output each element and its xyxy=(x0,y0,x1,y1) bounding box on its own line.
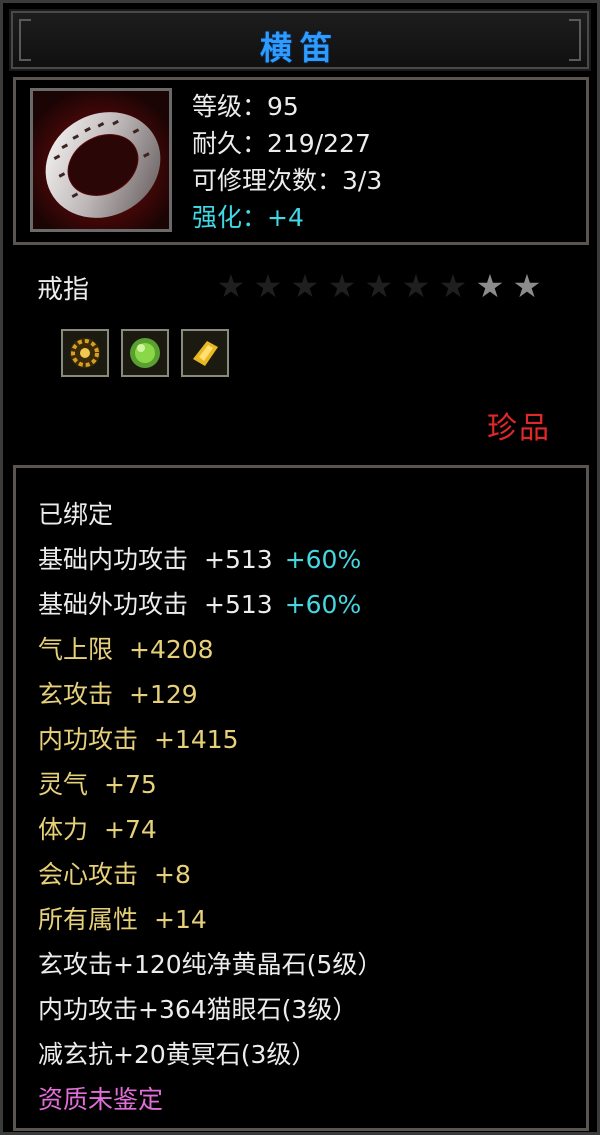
stat-all-attributes: 所有属性 +14 xyxy=(38,897,382,942)
stat-qi-max: 气上限 +4208 xyxy=(38,627,382,672)
stat-value: +129 xyxy=(129,680,198,709)
stat-list: 已绑定 基础内功攻击 +513 +60% 基础外功攻击 +513 +60% 气上限 +42… xyxy=(38,492,382,1122)
quality-status: 资质未鉴定 xyxy=(38,1085,164,1114)
stat-xuan-attack: 玄攻击 +129 xyxy=(38,672,382,717)
stat-value: +513 xyxy=(204,545,273,574)
stats-box: 已绑定 基础内功攻击 +513 +60% 基础外功攻击 +513 +60% 气上限 +42… xyxy=(13,465,589,1131)
item-name: 横笛 xyxy=(259,29,340,67)
ring-icon xyxy=(30,88,172,232)
orange-gem-icon[interactable] xyxy=(61,329,109,377)
socket-line-3: 减玄抗+20黄冥石(3级） xyxy=(38,1040,317,1069)
item-tooltip: 横笛 等级：95 耐久：219/227 可修理次数：3/3 强化：+4 戒指 ★… xyxy=(0,0,600,1135)
stat-label: 内功攻击 xyxy=(38,725,139,754)
socket-line-2: 内功攻击+364猫眼石(3级） xyxy=(38,995,358,1024)
stat-value: +14 xyxy=(154,905,207,934)
stat-label: 基础外功攻击 xyxy=(38,590,189,619)
star-icon: ★ xyxy=(438,267,468,305)
repair-count-text: 可修理次数：3/3 xyxy=(192,166,383,195)
durability-text: 耐久：219/227 xyxy=(192,129,371,158)
stat-label: 气上限 xyxy=(38,635,114,664)
stat-value: +8 xyxy=(154,860,191,889)
socket-line-1: 玄攻击+120纯净黄晶石(5级） xyxy=(38,950,383,979)
stat-percent: +60% xyxy=(284,590,362,619)
item-type: 戒指 xyxy=(37,275,90,305)
stat-value: +74 xyxy=(104,815,157,844)
item-info-box: 等级：95 耐久：219/227 可修理次数：3/3 强化：+4 xyxy=(13,77,589,245)
star-icon: ★ xyxy=(364,267,394,305)
star-rating: ★ ★ ★ ★ ★ ★ ★ ★ ★ xyxy=(215,269,543,303)
star-icon: ★ xyxy=(290,267,320,305)
stat-label: 体力 xyxy=(38,815,89,844)
stat-label: 玄攻击 xyxy=(38,680,114,709)
stat-label: 灵气 xyxy=(38,770,89,799)
stat-inner-attack: 内功攻击 +1415 xyxy=(38,717,382,762)
item-basic-info: 等级：95 耐久：219/227 可修理次数：3/3 强化：+4 xyxy=(192,88,382,236)
star-icon: ★ xyxy=(253,267,283,305)
stat-value: +4208 xyxy=(129,635,214,664)
star-icon: ★ xyxy=(512,267,542,305)
gem-sockets xyxy=(61,329,229,377)
stat-label: 基础内功攻击 xyxy=(38,545,189,574)
star-icon: ★ xyxy=(216,267,246,305)
star-icon: ★ xyxy=(327,267,357,305)
stat-crit-attack: 会心攻击 +8 xyxy=(38,852,382,897)
level-text: 等级：95 xyxy=(192,92,299,121)
enhance-text: 强化：+4 xyxy=(192,203,304,232)
stat-label: 会心攻击 xyxy=(38,860,139,889)
stat-percent: +60% xyxy=(284,545,362,574)
stat-value: +513 xyxy=(204,590,273,619)
star-icon: ★ xyxy=(475,267,505,305)
stat-base-inner-attack: 基础内功攻击 +513 +60% xyxy=(38,537,382,582)
title-bar: 横笛 xyxy=(9,9,591,71)
stat-value: +75 xyxy=(104,770,157,799)
stat-base-outer-attack: 基础外功攻击 +513 +60% xyxy=(38,582,382,627)
star-icon: ★ xyxy=(401,267,431,305)
rarity-label: 珍品 xyxy=(487,411,551,446)
bound-status: 已绑定 xyxy=(38,500,114,529)
stat-label: 所有属性 xyxy=(38,905,139,934)
stat-value: +1415 xyxy=(154,725,239,754)
green-gem-icon[interactable] xyxy=(121,329,169,377)
stat-stamina: 体力 +74 xyxy=(38,807,382,852)
stat-spirit: 灵气 +75 xyxy=(38,762,382,807)
yellow-gem-icon[interactable] xyxy=(181,329,229,377)
